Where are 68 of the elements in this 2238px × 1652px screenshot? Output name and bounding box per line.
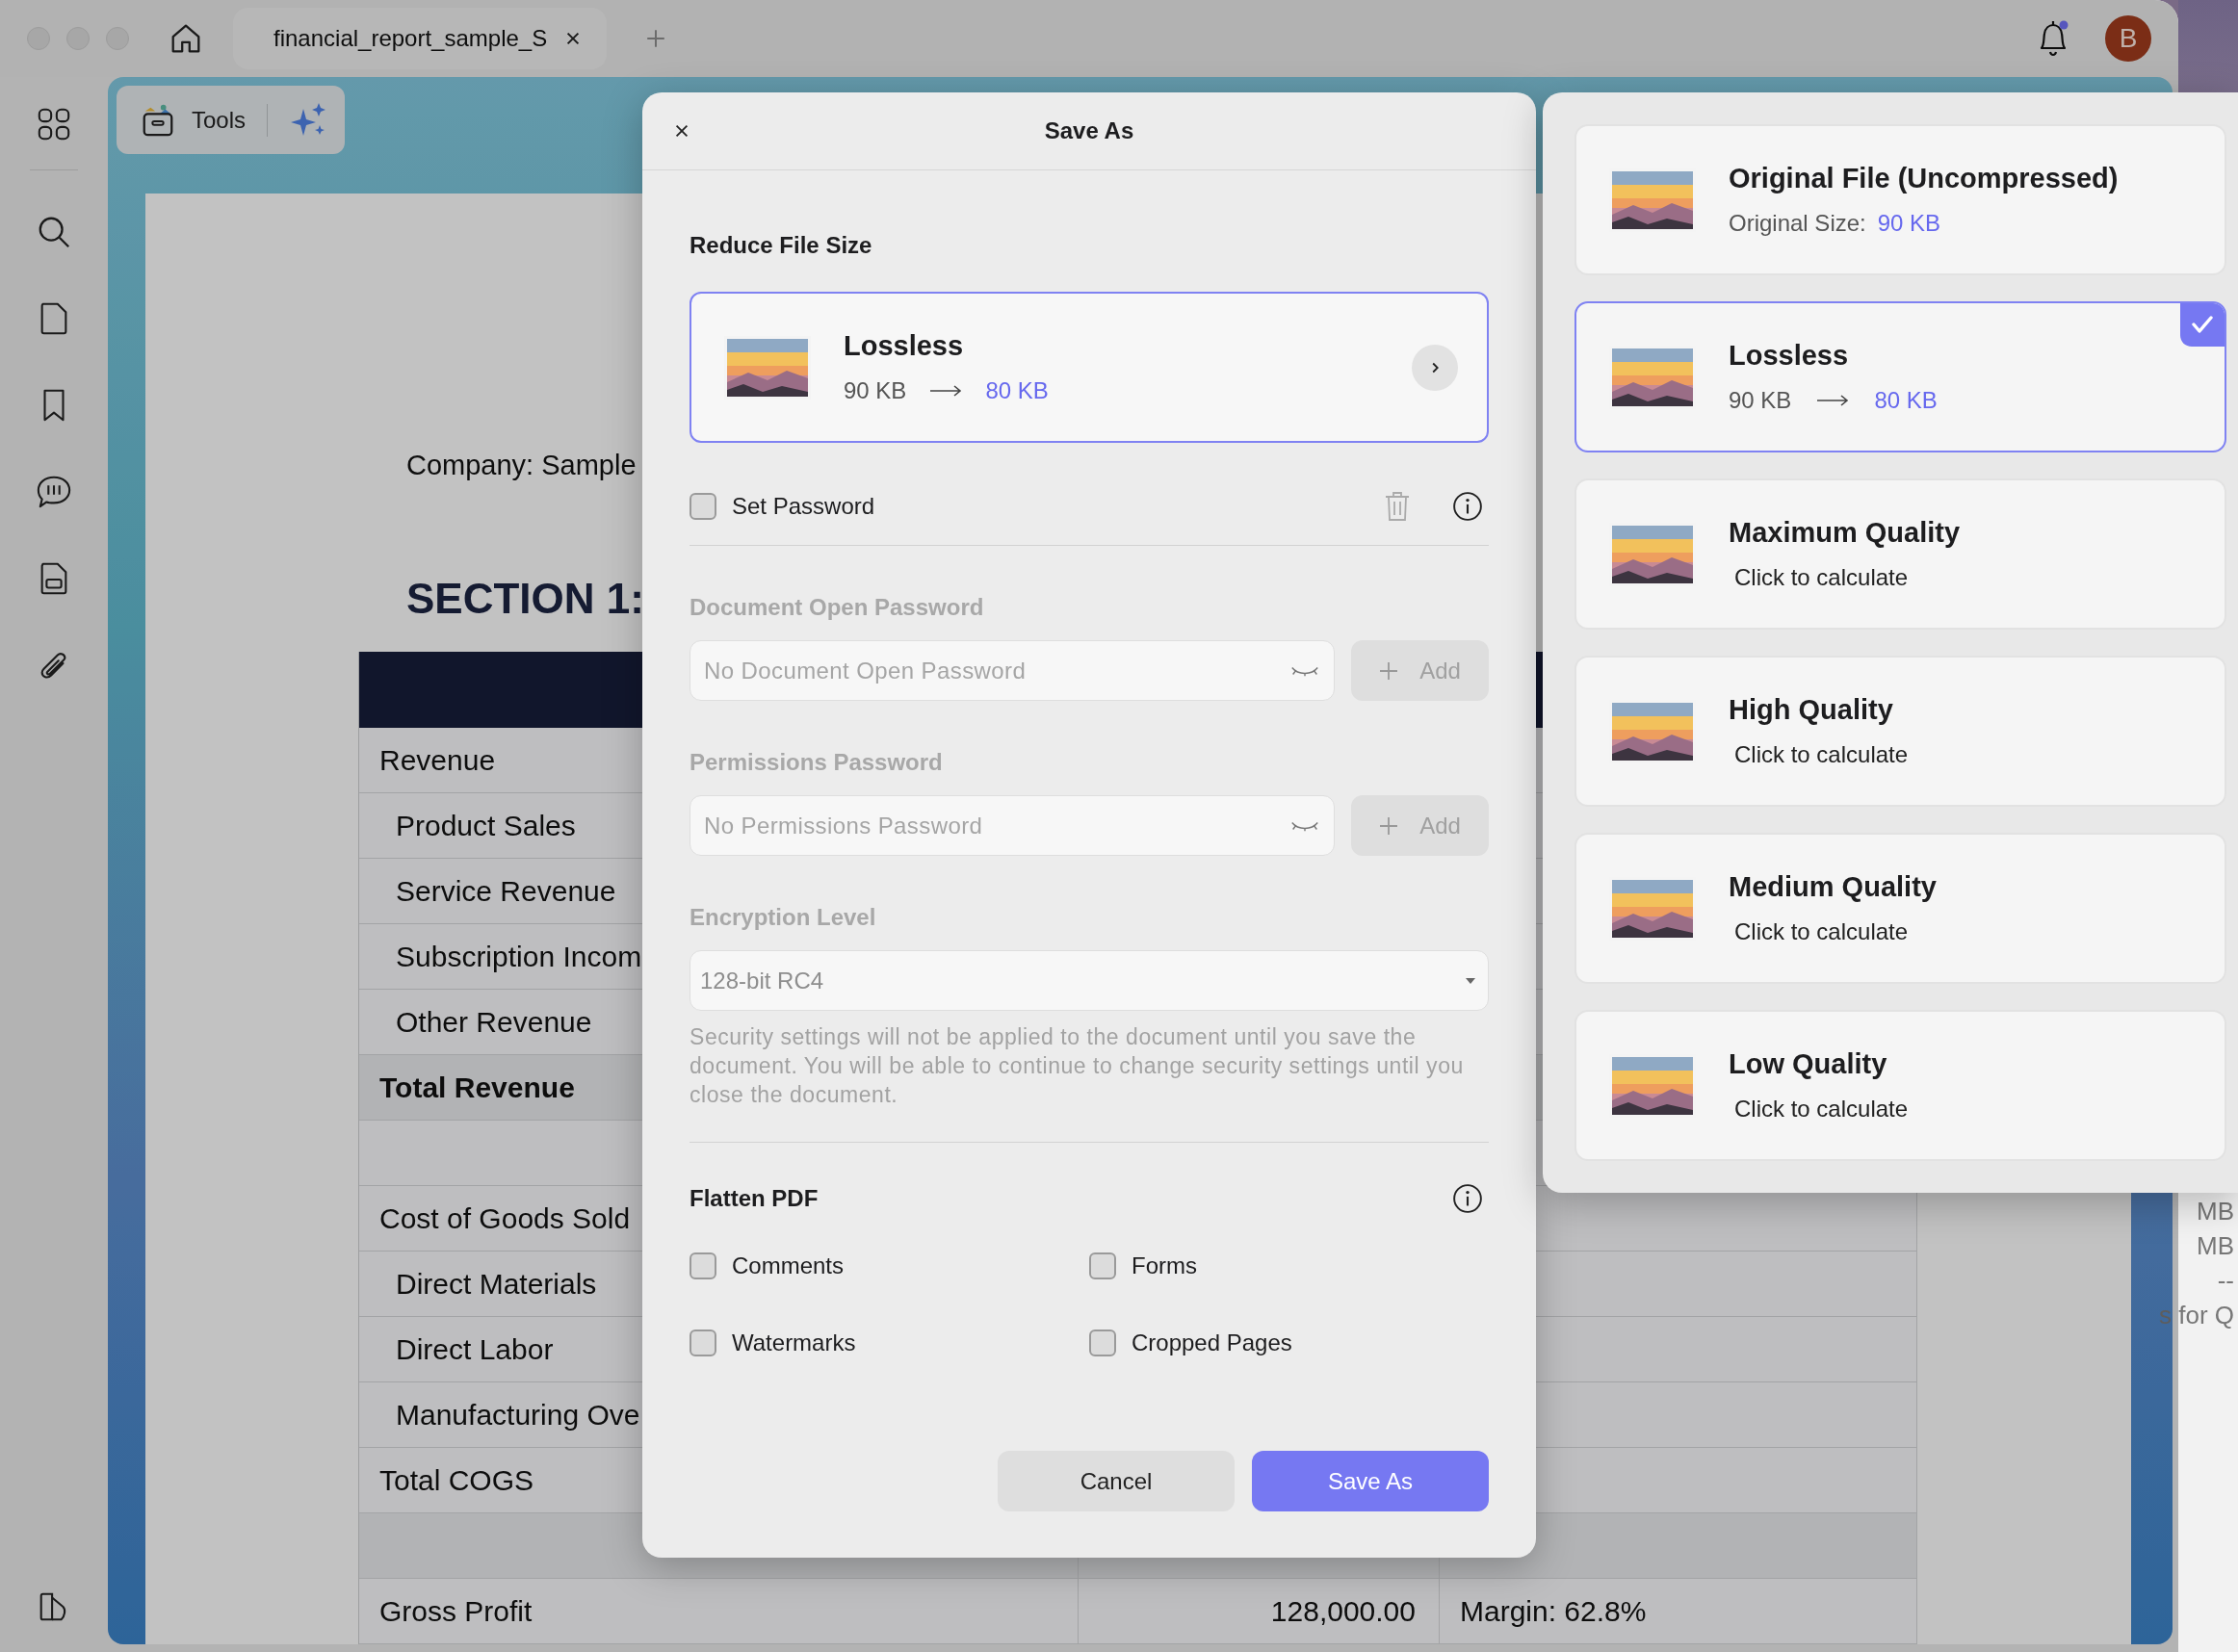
option-title: High Quality (1729, 694, 1894, 726)
eye-closed-icon[interactable] (1290, 819, 1319, 833)
checkbox-label: Watermarks (732, 1329, 856, 1356)
table-cell: 128,000.00 (1079, 1579, 1440, 1644)
calculate-hint: Click to calculate (1734, 564, 1910, 591)
section-label: Reduce File Size (690, 232, 873, 259)
plus-icon[interactable] (645, 28, 667, 49)
save-button[interactable]: Save As (1252, 1451, 1489, 1511)
comment-icon[interactable] (36, 474, 72, 510)
compression-option[interactable]: Original File (Uncompressed) Original Size: 90 KB (1574, 124, 2226, 275)
size-from: 90 KB (844, 377, 907, 404)
dialog-title: Save As (1044, 117, 1134, 144)
compression-option[interactable]: Maximum Quality Click to calculate (1574, 478, 2226, 630)
checkbox[interactable] (690, 1329, 716, 1356)
plus-icon (1379, 660, 1399, 681)
option-title: Lossless (844, 330, 965, 362)
table-cell: Margin: 62.8% (1440, 1579, 1917, 1644)
eye-closed-icon[interactable] (1290, 664, 1319, 678)
tab-title: financial_report_sample_S (273, 25, 548, 52)
document-tab[interactable]: financial_report_sample_S (233, 8, 608, 69)
option-title: Medium Quality (1729, 871, 1938, 903)
company-text: Company: Sample (406, 450, 637, 481)
cancel-button[interactable]: Cancel (998, 1451, 1235, 1511)
size-to: 80 KB (985, 377, 1049, 404)
checkbox[interactable] (1089, 1252, 1116, 1279)
compression-card[interactable]: Lossless 90 KB 80 KB (690, 292, 1489, 443)
checkbox[interactable] (690, 493, 716, 520)
window-text: MB (2197, 1230, 2235, 1262)
option-title: Lossless (1729, 340, 1850, 372)
compression-option[interactable]: Lossless 90 KB 80 KB (1574, 301, 2226, 452)
window-text: s for Q (2159, 1300, 2235, 1331)
avatar[interactable]: B (2105, 15, 2151, 62)
size-value: 90 KB (1877, 210, 1941, 237)
checkbox-label: Set Password (732, 493, 875, 520)
arrow-icon (1816, 395, 1850, 406)
info-icon[interactable] (1452, 491, 1483, 522)
size-to: 80 KB (1874, 387, 1938, 414)
option-title: Low Quality (1729, 1048, 1888, 1080)
close-icon[interactable] (673, 122, 690, 140)
info-icon[interactable] (1452, 1183, 1483, 1214)
size-label: Original Size: (1729, 210, 1866, 237)
grid-icon[interactable] (36, 106, 72, 142)
field-label: Document Open Password (690, 594, 985, 621)
checkbox[interactable] (690, 1252, 716, 1279)
arrow-icon (929, 385, 963, 397)
size-from: 90 KB (1729, 387, 1792, 414)
section-label: Flatten PDF (690, 1185, 819, 1212)
tools-button[interactable]: Tools (140, 101, 247, 139)
table-cell: Gross Profit (359, 1579, 1079, 1644)
checkbox-label: Cropped Pages (1132, 1329, 1292, 1356)
option-title: Original File (Uncompressed) (1729, 163, 2120, 194)
window-text: MB (2197, 1196, 2235, 1227)
field-label: Permissions Password (690, 749, 944, 776)
option-title: Maximum Quality (1729, 517, 1962, 549)
section-heading: SECTION 1: (406, 575, 644, 623)
calculate-hint: Click to calculate (1734, 741, 1910, 768)
compression-option[interactable]: Low Quality Click to calculate (1574, 1010, 2226, 1161)
window-text: -- (2217, 1265, 2235, 1297)
checkbox-label: Forms (1132, 1252, 1197, 1279)
checkbox-label: Comments (732, 1252, 845, 1279)
calculate-hint: Click to calculate (1734, 1096, 1910, 1123)
compression-option[interactable]: Medium Quality Click to calculate (1574, 833, 2226, 984)
caret-icon (1465, 976, 1476, 985)
plus-icon (1379, 815, 1399, 836)
check-badge-icon (2180, 303, 2225, 347)
calculate-hint: Click to calculate (1734, 918, 1910, 945)
checkbox[interactable] (1089, 1329, 1116, 1356)
compression-option[interactable]: High Quality Click to calculate (1574, 656, 2226, 807)
